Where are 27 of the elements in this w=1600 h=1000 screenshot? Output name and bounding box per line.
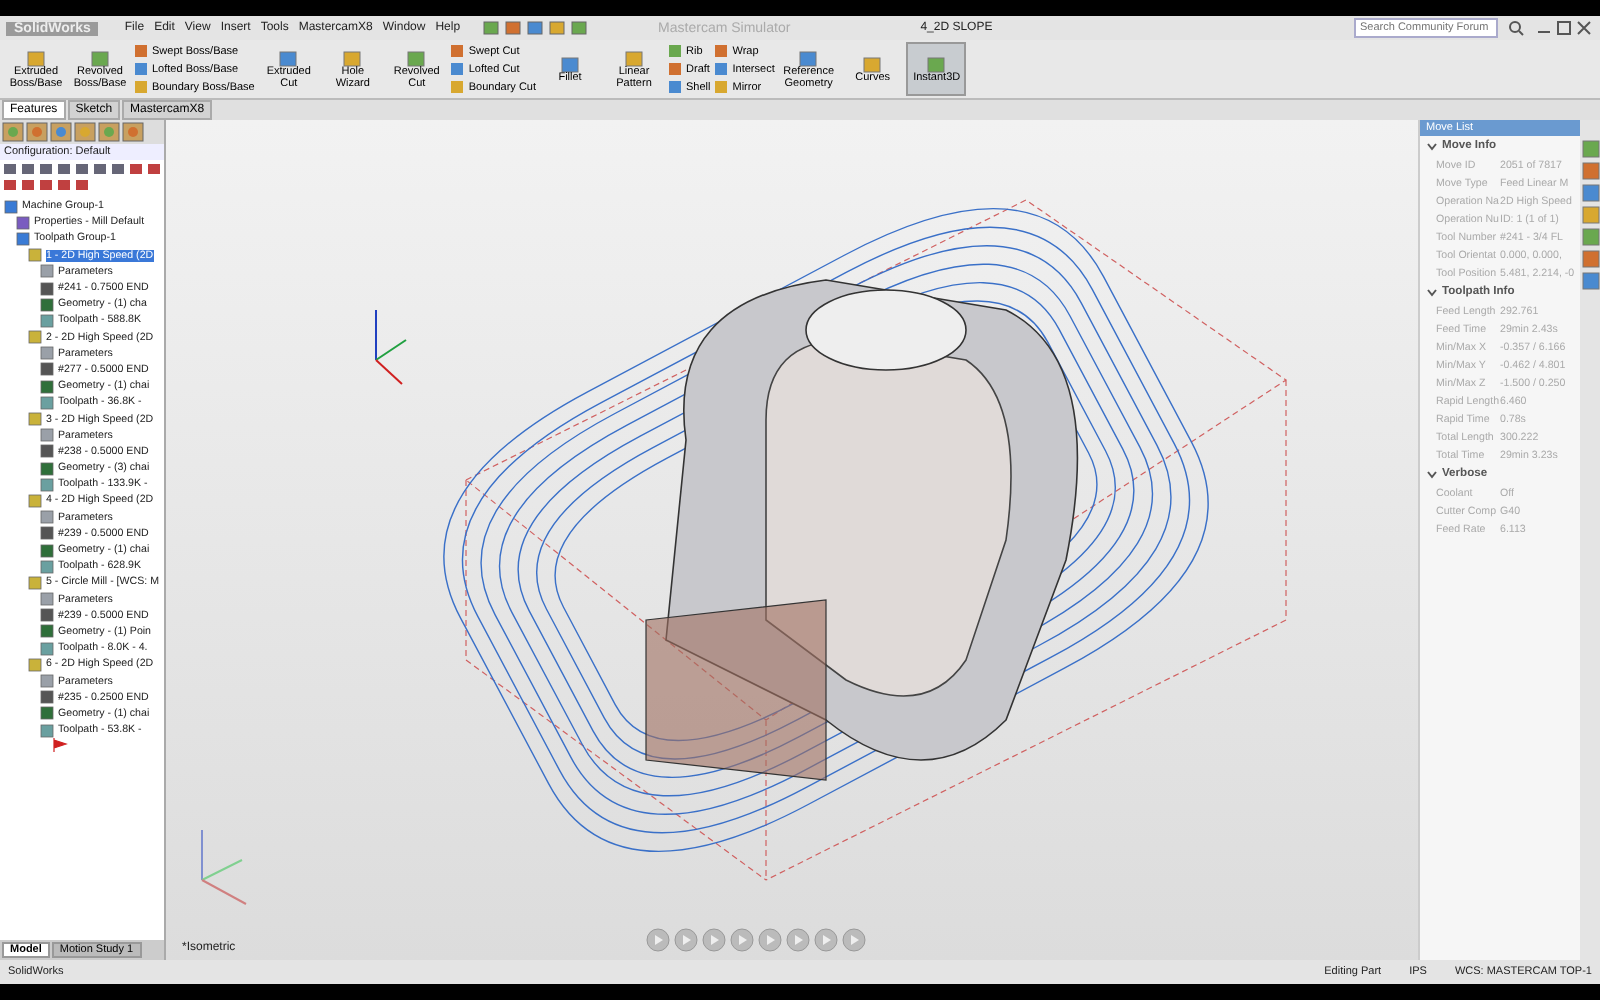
axis-triad-icon (201, 829, 247, 905)
tool-icon (560, 53, 581, 74)
tool-icon (278, 47, 299, 68)
playback-button-icon[interactable] (758, 928, 782, 952)
tool-icon (406, 47, 427, 68)
tool-icon (862, 53, 883, 74)
window-controls-icon[interactable] (1534, 20, 1594, 36)
playback-button-icon[interactable] (842, 928, 866, 952)
panel-tab-icon[interactable] (74, 122, 96, 142)
axis-triad-icon (375, 309, 407, 385)
playback-button-icon[interactable] (814, 928, 838, 952)
chevron-icon[interactable] (1426, 140, 1438, 152)
chevron-icon[interactable] (1426, 286, 1438, 298)
tool-icon (342, 47, 363, 68)
search-icon[interactable] (1508, 20, 1524, 36)
tool-icon (90, 47, 110, 68)
tool-icon (798, 47, 819, 68)
tool-icon (926, 53, 947, 74)
tool-icon (26, 47, 46, 68)
playback-button-icon[interactable] (702, 928, 726, 952)
flag-icon (52, 738, 68, 753)
playback-button-icon[interactable] (786, 928, 810, 952)
playback-button-icon[interactable] (674, 928, 698, 952)
chevron-icon[interactable] (1426, 468, 1438, 480)
tool-icon (624, 47, 645, 68)
playback-button-icon[interactable] (646, 928, 670, 952)
playback-button-icon[interactable] (730, 928, 754, 952)
